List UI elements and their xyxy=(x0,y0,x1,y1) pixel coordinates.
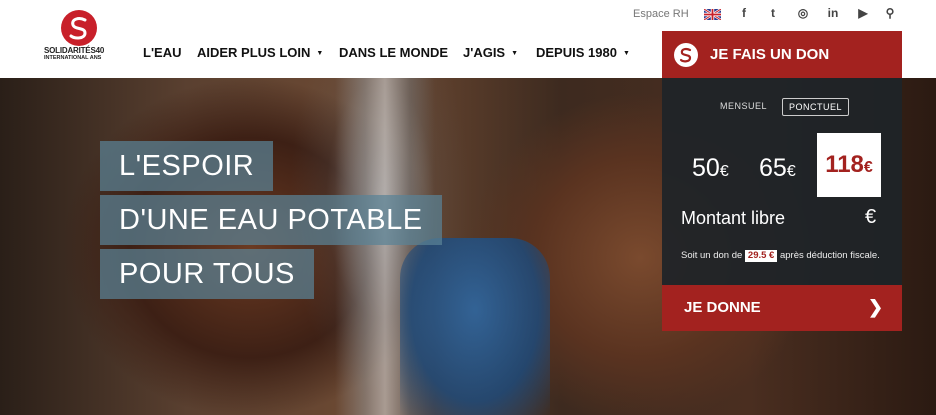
je-donne-label: JE DONNE xyxy=(684,299,761,316)
nav-item-agis[interactable]: J'AGIS ▼ xyxy=(463,45,518,60)
amount-option-50[interactable]: 50€ xyxy=(692,154,729,183)
nav-item-aider[interactable]: AIDER PLUS LOIN ▼ xyxy=(197,45,323,60)
donation-header: JE FAIS UN DON xyxy=(662,31,902,78)
nav-item-eau[interactable]: L'EAU xyxy=(143,45,181,60)
twitter-icon[interactable]: t xyxy=(765,6,781,20)
freq-ponctuel-option[interactable]: PONCTUEL xyxy=(782,98,850,116)
donation-logo-icon xyxy=(674,43,698,67)
fiscal-value-badge: 29.5 € xyxy=(744,250,778,262)
amount-option-118-selected[interactable]: 118€ xyxy=(817,133,881,197)
caret-down-icon: ▼ xyxy=(622,50,630,57)
child-figure-image xyxy=(400,238,550,415)
site-logo[interactable]: SOLIDARITÉS40 INTERNATIONAL ANS xyxy=(44,10,116,66)
je-donne-button[interactable]: JE DONNE ❯ xyxy=(662,285,902,331)
utility-bar: Espace RH f t ◎ in ▶ ⚲ xyxy=(0,0,936,30)
espace-rh-link[interactable]: Espace RH xyxy=(633,8,689,20)
nav-item-depuis[interactable]: DEPUIS 1980 ▼ xyxy=(536,45,630,60)
facebook-icon[interactable]: f xyxy=(736,6,752,20)
hero-line-3: POUR TOUS xyxy=(100,249,314,299)
youtube-icon[interactable]: ▶ xyxy=(855,6,871,20)
hero-line-2: D'UNE EAU POTABLE xyxy=(100,195,442,245)
euro-symbol: € xyxy=(865,206,877,228)
instagram-icon[interactable]: ◎ xyxy=(795,6,811,20)
nav-label: AIDER PLUS LOIN xyxy=(197,45,311,60)
donation-form: MENSUEL PONCTUEL 50€ 65€ 118€ Montant li… xyxy=(662,78,902,285)
amount-unit: € xyxy=(786,163,796,180)
donation-title: JE FAIS UN DON xyxy=(710,46,830,63)
amount-unit: € xyxy=(719,163,729,180)
chevron-right-icon: ❯ xyxy=(868,297,884,317)
tax-deduction-note: Soit un don de 29.5 € après déduction fi… xyxy=(681,249,886,263)
logo-mark-icon xyxy=(61,10,97,46)
caret-down-icon: ▼ xyxy=(316,50,324,57)
free-amount-input[interactable]: Montant libre xyxy=(681,208,785,229)
amount-value: 50 xyxy=(692,154,720,182)
freq-mensuel-option[interactable]: MENSUEL xyxy=(720,101,767,111)
linkedin-icon[interactable]: in xyxy=(825,6,841,20)
nav-item-monde[interactable]: DANS LE MONDE xyxy=(339,45,448,60)
hero-line-1: L'ESPOIR xyxy=(100,141,274,191)
nav-label: DEPUIS 1980 xyxy=(536,45,617,60)
nav-label: DANS LE MONDE xyxy=(339,45,449,60)
nav-label: L'EAU xyxy=(143,45,182,60)
search-icon[interactable]: ⚲ xyxy=(882,6,898,20)
caret-down-icon: ▼ xyxy=(511,50,519,57)
amount-value: 118 xyxy=(825,151,864,178)
fiscal-prefix: Soit un don de xyxy=(681,250,743,261)
amount-unit: € xyxy=(863,159,873,176)
logo-line-1: SOLIDARITÉS40 xyxy=(44,46,105,55)
uk-flag-icon[interactable] xyxy=(704,9,721,20)
amount-value: 65 xyxy=(759,154,787,182)
nav-label: J'AGIS xyxy=(463,45,506,60)
amount-option-65[interactable]: 65€ xyxy=(759,154,796,183)
fiscal-suffix: après déduction fiscale. xyxy=(779,250,880,261)
logo-line-2: INTERNATIONAL ANS xyxy=(44,55,102,61)
